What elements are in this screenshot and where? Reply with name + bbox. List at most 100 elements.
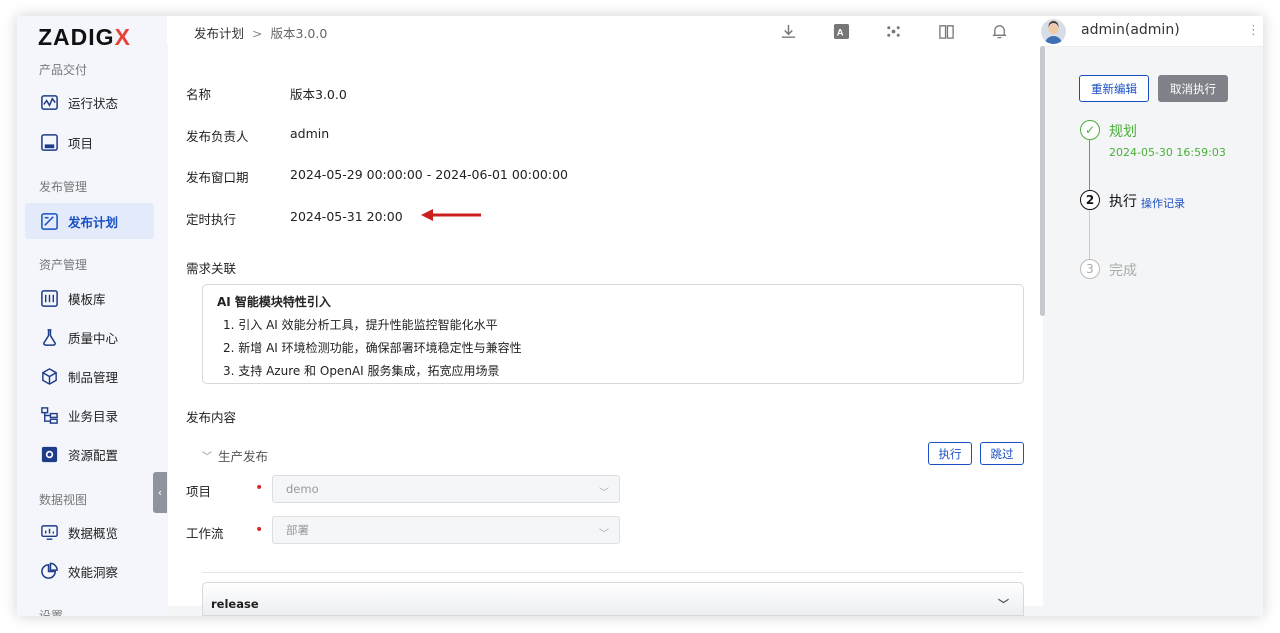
owner-value: admin <box>290 126 330 141</box>
sidebar-item-template[interactable]: 模板库 <box>25 280 154 316</box>
sidebar-item-label: 制品管理 <box>68 369 119 385</box>
svg-text:A: A <box>836 27 843 38</box>
step-label-done: 完成 <box>1109 263 1137 279</box>
breadcrumb-separator: > <box>252 26 263 41</box>
chevron-down-icon: ﹀ <box>599 488 609 499</box>
breadcrumb: 发布计划 > 版本3.0.0 <box>194 23 327 42</box>
step-number: 2 <box>1080 190 1100 210</box>
sidebar-item-label: 效能洞察 <box>68 564 119 580</box>
box-icon <box>39 366 59 386</box>
group-title: 生产发布 <box>218 449 269 464</box>
required-marker: • <box>255 522 264 538</box>
workflow-label: 工作流 <box>186 526 224 541</box>
sidebar-item-label: 运行状态 <box>68 95 119 111</box>
project-select-value: demo <box>286 482 319 496</box>
sidebar-item-label: 业务目录 <box>68 408 119 424</box>
user-name[interactable]: admin(admin) <box>1081 22 1180 38</box>
name-value: 版本3.0.0 <box>290 87 347 102</box>
divider <box>202 572 1023 573</box>
sidebar-item-quality[interactable]: 质量中心 <box>25 319 154 355</box>
bell-icon[interactable] <box>990 22 1008 40</box>
requirements-section-label: 需求关联 <box>186 261 237 276</box>
step-number: 3 <box>1080 259 1100 279</box>
step-connector <box>1089 210 1090 260</box>
docs-icon[interactable] <box>937 22 955 40</box>
re-edit-button[interactable]: 重新编辑 <box>1079 75 1149 102</box>
sidebar-item-release-plan[interactable]: 发布计划 <box>25 203 154 239</box>
dashboard-icon <box>39 522 59 542</box>
annotation-arrow-icon <box>421 209 481 221</box>
sidebar-item-catalog[interactable]: 业务目录 <box>25 397 154 433</box>
section-title-settings: 设置 <box>39 609 64 616</box>
chevron-down-icon: ﹀ <box>599 529 609 540</box>
pulse-icon <box>39 92 59 112</box>
requirement-item: 3. 支持 Azure 和 OpenAI 服务集成，拓宽应用场景 <box>223 364 500 378</box>
chevron-left-icon: ‹ <box>157 486 163 499</box>
catalog-icon <box>39 405 59 425</box>
section-title-release: 发布管理 <box>39 180 88 194</box>
step-label-plan: 规划 <box>1109 124 1137 140</box>
schedule-label: 定时执行 <box>186 212 237 227</box>
project-label: 项目 <box>186 484 212 499</box>
window-label: 发布窗口期 <box>186 170 249 185</box>
step-connector <box>1089 140 1090 190</box>
section-title-data: 数据视图 <box>39 493 88 507</box>
required-marker: • <box>255 480 264 496</box>
sidebar-item-data-overview[interactable]: 数据概览 <box>25 514 154 550</box>
requirement-item: 1. 引入 AI 效能分析工具，提升性能监控智能化水平 <box>223 318 498 332</box>
skip-button[interactable]: 跳过 <box>980 442 1024 465</box>
project-select[interactable]: demo ﹀ <box>272 475 620 503</box>
content-section-label: 发布内容 <box>186 410 237 425</box>
template-icon <box>39 288 59 308</box>
execute-button[interactable]: 执行 <box>928 442 972 465</box>
translate-icon[interactable]: A <box>832 22 850 40</box>
owner-label: 发布负责人 <box>186 129 249 144</box>
breadcrumb-parent-link[interactable]: 发布计划 <box>194 26 244 41</box>
release-plan-icon <box>39 211 59 231</box>
sidebar-item-label: 资源配置 <box>68 447 119 463</box>
step-label-execute: 执行 <box>1109 194 1137 210</box>
sidebar-item-label: 发布计划 <box>68 214 119 230</box>
sidebar-item-label: 质量中心 <box>68 330 119 346</box>
sidebar-item-run-status[interactable]: 运行状态 <box>25 84 154 120</box>
sidebar-item-label: 模板库 <box>68 291 106 307</box>
content-scrollbar[interactable] <box>1040 46 1045 316</box>
breadcrumb-current: 版本3.0.0 <box>270 26 328 41</box>
workflow-select-value: 部署 <box>286 523 309 537</box>
gear-box-icon <box>39 444 59 464</box>
chevron-down-icon: ﹀ <box>998 598 1009 611</box>
section-title-delivery: 产品交付 <box>39 63 88 77</box>
group-toggle[interactable]: ﹀ 生产发布 <box>202 446 268 465</box>
sidebar-collapse-button[interactable]: ‹ <box>153 472 167 513</box>
sidebar-item-project[interactable]: 项目 <box>25 124 154 160</box>
step-check-icon: ✓ <box>1080 120 1100 140</box>
operation-log-link[interactable]: 操作记录 <box>1141 195 1185 211</box>
step-plan-time: 2024-05-30 16:59:03 <box>1109 146 1226 159</box>
workflow-select[interactable]: 部署 ﹀ <box>272 516 620 544</box>
top-header: 发布计划 > 版本3.0.0 A admin(admin) ⋮ <box>167 16 1263 47</box>
section-title-assets: 资产管理 <box>39 258 88 272</box>
avatar[interactable] <box>1041 19 1066 44</box>
requirements-box: AI 智能模块特性引入 1. 引入 AI 效能分析工具，提升性能监控智能化水平 … <box>202 284 1024 384</box>
chevron-down-icon: ﹀ <box>202 452 212 463</box>
cancel-execution-button[interactable]: 取消执行 <box>1158 75 1228 102</box>
release-label: release <box>211 597 259 611</box>
pie-icon <box>39 561 59 581</box>
brand-logo[interactable]: ZADIGX <box>38 24 131 51</box>
name-label: 名称 <box>186 87 212 102</box>
sidebar-item-label: 数据概览 <box>68 525 119 541</box>
sidebar-item-label: 项目 <box>68 135 94 151</box>
schedule-value: 2024-05-31 20:00 <box>290 209 403 224</box>
release-panel-header[interactable]: release ﹀ <box>202 582 1024 616</box>
requirement-item: 2. 新增 AI 环境检测功能，确保部署环境稳定性与兼容性 <box>223 341 522 355</box>
sidebar-item-insight[interactable]: 效能洞察 <box>25 553 154 589</box>
download-icon[interactable] <box>779 22 797 40</box>
more-vert-icon[interactable]: ⋮ <box>1247 23 1260 38</box>
requirements-title: AI 智能模块特性引入 <box>217 295 331 309</box>
plugin-icon[interactable] <box>884 22 902 40</box>
project-icon <box>39 132 59 152</box>
flask-icon <box>39 327 59 347</box>
sidebar-item-artifact[interactable]: 制品管理 <box>25 358 154 394</box>
window-value: 2024-05-29 00:00:00 - 2024-06-01 00:00:0… <box>290 167 568 182</box>
sidebar-item-resource[interactable]: 资源配置 <box>25 436 154 472</box>
